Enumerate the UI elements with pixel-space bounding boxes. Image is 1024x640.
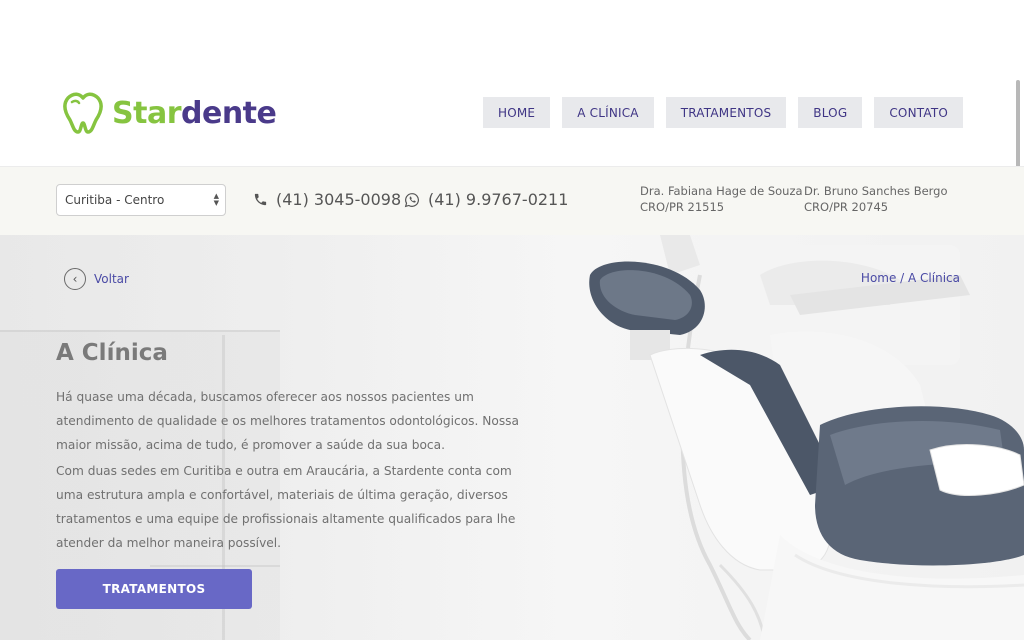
- doctor-info-1: Dra. Fabiana Hage de Souza CRO/PR 21515: [640, 183, 803, 215]
- hero-section: ‹ Voltar Home / A Clínica A Clínica Há q…: [0, 235, 1024, 640]
- location-select[interactable]: Curitiba - Centro ▲ ▼: [56, 184, 226, 216]
- nav-a-clinica[interactable]: A CLÍNICA: [562, 97, 654, 128]
- location-select-value: Curitiba - Centro: [65, 193, 165, 207]
- logo-wordmark: Stardente: [112, 95, 277, 131]
- doctor-cro: CRO/PR 20745: [804, 200, 889, 214]
- dental-chair-image: [589, 235, 1024, 640]
- doctor-info-2: Dr. Bruno Sanches Bergo CRO/PR 20745: [804, 183, 948, 215]
- page-title: A Clínica: [56, 340, 168, 366]
- tooth-outline-icon: [63, 92, 103, 134]
- logo-text-star: Star: [112, 95, 182, 131]
- nav-home[interactable]: HOME: [482, 97, 551, 128]
- whatsapp-icon: [404, 192, 419, 207]
- phone-icon: [254, 193, 267, 206]
- whatsapp-number[interactable]: (41) 9.9767-0211: [404, 190, 568, 209]
- back-link-label: Voltar: [94, 272, 129, 286]
- select-arrows-icon: ▲ ▼: [213, 192, 219, 207]
- main-nav: HOME A CLÍNICA TRATAMENTOS BLOG CONTATO: [482, 97, 963, 128]
- info-bar: Curitiba - Centro ▲ ▼ (41) 3045-0098 (41)…: [0, 166, 1024, 235]
- doctor-name: Dra. Fabiana Hage de Souza: [640, 184, 803, 198]
- description-paragraph: Com duas sedes em Curitiba e outra em Ar…: [56, 464, 516, 550]
- hero-background-line: [150, 565, 280, 567]
- logo[interactable]: Stardente: [60, 90, 277, 136]
- whatsapp-number-text: (41) 9.9767-0211: [428, 190, 569, 209]
- breadcrumb[interactable]: Home / A Clínica: [861, 271, 960, 285]
- phone-number-text: (41) 3045-0098: [276, 190, 402, 209]
- doctor-name: Dr. Bruno Sanches Bergo: [804, 184, 948, 198]
- nav-tratamentos[interactable]: TRATAMENTOS: [665, 97, 787, 128]
- nav-blog[interactable]: BLOG: [798, 97, 863, 128]
- hero-background-line: [0, 330, 280, 332]
- nav-contato[interactable]: CONTATO: [874, 97, 963, 128]
- site-header: Stardente HOME A CLÍNICA TRATAMENTOS BLO…: [0, 0, 1024, 166]
- tratamentos-button[interactable]: TRATAMENTOS: [56, 569, 252, 609]
- logo-text-dente: dente: [181, 95, 277, 131]
- phone-number[interactable]: (41) 3045-0098: [253, 190, 401, 209]
- doctor-cro: CRO/PR 21515: [640, 200, 725, 214]
- intro-paragraph: Há quase uma década, buscamos oferecer a…: [56, 390, 519, 452]
- scrollbar-thumb[interactable]: [1016, 80, 1020, 176]
- chevron-left-icon: ‹: [64, 268, 86, 290]
- back-link[interactable]: ‹ Voltar: [64, 268, 129, 290]
